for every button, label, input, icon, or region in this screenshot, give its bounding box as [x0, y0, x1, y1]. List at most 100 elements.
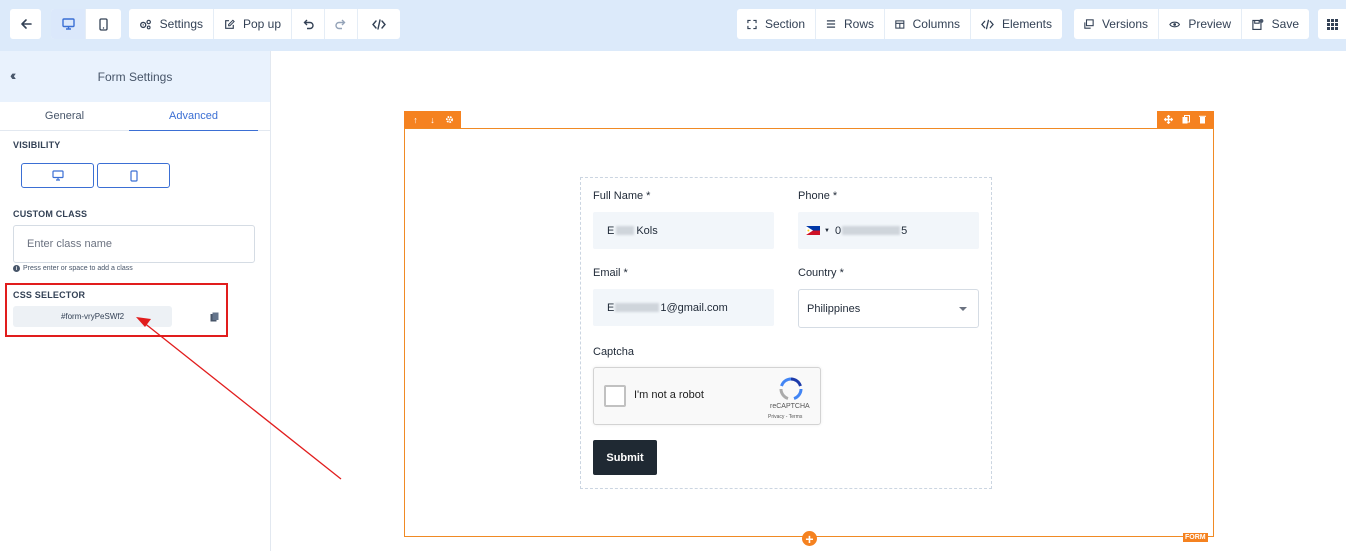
- publish-group: Versions Preview Save: [1074, 9, 1309, 39]
- undo-icon: [303, 19, 314, 30]
- frame-edit-tools: [1157, 111, 1214, 128]
- move-down-icon[interactable]: ↓: [425, 112, 440, 127]
- drag-move-icon[interactable]: [1161, 112, 1176, 127]
- form-type-badge: FORM: [1183, 533, 1208, 542]
- duplicate-icon[interactable]: [1178, 112, 1193, 127]
- section-label: Section: [764, 17, 805, 31]
- phone-value-start: 0: [834, 224, 842, 237]
- visibility-mobile-toggle[interactable]: [97, 163, 170, 188]
- grid-icon: [1326, 18, 1338, 30]
- caret-down-icon[interactable]: ▼: [824, 228, 830, 234]
- back-button[interactable]: [10, 9, 41, 39]
- redacted-blur: [842, 226, 901, 235]
- settings-label: Settings: [159, 17, 203, 31]
- section-button[interactable]: Section: [737, 9, 816, 39]
- redacted-blur: [615, 303, 660, 312]
- full-name-label: Full Name *: [593, 190, 651, 202]
- country-value: Philippines: [807, 302, 861, 315]
- popup-button[interactable]: Pop up: [214, 9, 292, 39]
- code-button[interactable]: [358, 9, 400, 39]
- columns-icon: [895, 19, 905, 29]
- elements-button[interactable]: Elements: [971, 9, 1062, 39]
- columns-label: Columns: [912, 17, 960, 31]
- mobile-view-button[interactable]: [86, 9, 121, 39]
- email-input[interactable]: E 1@gmail.com: [593, 289, 774, 326]
- captcha-label: Captcha: [593, 346, 634, 358]
- recaptcha-widget: I'm not a robot reCAPTCHA Privacy - Term…: [593, 367, 821, 425]
- versions-label: Versions: [1101, 17, 1148, 31]
- visibility-desktop-toggle[interactable]: [21, 163, 94, 188]
- collapse-double-chevron-icon[interactable]: ‹‹: [10, 67, 17, 83]
- eye-icon: [1169, 21, 1181, 27]
- form-settings-sidebar: ‹‹ Form Settings General Advanced VISIBI…: [0, 51, 271, 551]
- frame-move-tools: ↑ ↓: [404, 111, 461, 128]
- visibility-label: VISIBILITY: [13, 140, 61, 150]
- recaptcha-brand: reCAPTCHA: [770, 403, 810, 410]
- tab-advanced[interactable]: Advanced: [129, 102, 258, 131]
- recaptcha-terms-link[interactable]: Privacy - Terms: [768, 414, 802, 420]
- full-name-value-end: Kols: [636, 224, 658, 237]
- country-label: Country *: [798, 267, 844, 279]
- back-group: [10, 9, 41, 39]
- popup-label: Pop up: [242, 17, 281, 31]
- country-select[interactable]: Philippines: [798, 289, 979, 328]
- columns-button[interactable]: Columns: [885, 9, 971, 39]
- recaptcha-logo-icon: [779, 377, 803, 400]
- save-label: Save: [1271, 17, 1299, 31]
- phone-value-end: 5: [901, 224, 908, 237]
- sidebar-header: ‹‹ Form Settings: [0, 51, 270, 102]
- full-name-value-start: E: [607, 224, 615, 237]
- mobile-icon: [99, 17, 108, 31]
- preview-button[interactable]: Preview: [1159, 9, 1242, 39]
- rows-icon: [826, 20, 836, 28]
- hint-text: Press enter or space to add a class: [23, 265, 133, 272]
- add-section-plus-icon[interactable]: +: [802, 531, 817, 546]
- preview-label: Preview: [1188, 17, 1231, 31]
- code-icon: [372, 18, 386, 30]
- desktop-icon: [51, 170, 64, 181]
- device-toggle-group: [51, 9, 121, 39]
- sidebar-title: Form Settings: [97, 69, 173, 84]
- custom-class-label: CUSTOM CLASS: [13, 209, 88, 219]
- edit-tools-group: Settings Pop up: [129, 9, 400, 39]
- recaptcha-checkbox[interactable]: [604, 385, 626, 407]
- trash-icon[interactable]: [1195, 112, 1210, 127]
- phone-label: Phone *: [798, 190, 838, 202]
- rows-button[interactable]: Rows: [816, 9, 885, 39]
- arrow-left-icon: [20, 19, 32, 29]
- top-toolbar: Settings Pop up Section Rows Columns Ele…: [0, 0, 1346, 51]
- apps-grid-button[interactable]: [1318, 9, 1346, 39]
- code-icon: [981, 19, 994, 29]
- settings-tabs: General Advanced: [0, 102, 270, 131]
- redo-button[interactable]: [325, 9, 358, 39]
- phone-input[interactable]: ▼ 0 5: [798, 212, 979, 249]
- elements-label: Elements: [1001, 17, 1052, 31]
- save-icon: [1252, 18, 1264, 30]
- email-value-start: E: [607, 301, 615, 314]
- desktop-view-button[interactable]: [51, 9, 86, 39]
- redo-icon: [335, 19, 346, 30]
- submit-button[interactable]: Submit: [593, 440, 657, 475]
- email-value-end: 1@gmail.com: [660, 301, 728, 314]
- undo-button[interactable]: [292, 9, 325, 39]
- versions-icon: [1084, 19, 1094, 29]
- move-up-icon[interactable]: ↑: [408, 112, 423, 127]
- rows-label: Rows: [843, 17, 874, 31]
- chevron-down-icon: [959, 307, 967, 311]
- settings-button[interactable]: Settings: [129, 9, 214, 39]
- gear-icon[interactable]: [442, 112, 457, 127]
- versions-button[interactable]: Versions: [1074, 9, 1159, 39]
- full-name-input[interactable]: E Kols: [593, 212, 774, 249]
- custom-class-hint: i Press enter or space to add a class: [13, 265, 133, 272]
- philippines-flag-icon: [806, 226, 820, 235]
- tab-general[interactable]: General: [0, 102, 129, 130]
- expand-corners-icon: [747, 19, 757, 29]
- edit-square-icon: [225, 19, 235, 29]
- custom-class-input[interactable]: [13, 225, 255, 263]
- structure-group: Section Rows Columns Elements: [737, 9, 1062, 39]
- apps-group: [1318, 9, 1346, 39]
- redacted-blur: [616, 226, 635, 235]
- desktop-icon: [61, 18, 75, 30]
- mobile-icon: [129, 169, 138, 182]
- save-button[interactable]: Save: [1242, 9, 1309, 39]
